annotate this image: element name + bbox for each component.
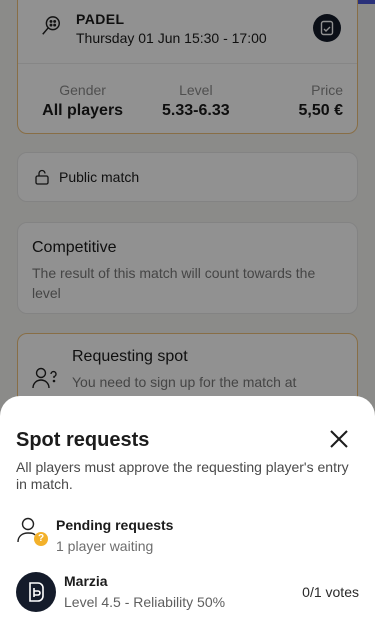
player-request-row[interactable]: Marzia Level 4.5 - Reliability 50% 0/1 v… — [16, 572, 359, 614]
player-level-reliability: Level 4.5 - Reliability 50% — [64, 594, 226, 610]
pending-title: Pending requests — [56, 517, 174, 533]
pending-requests-section: ? Pending requests 1 player waiting — [16, 516, 359, 560]
avatar — [16, 572, 56, 612]
close-icon[interactable] — [327, 427, 351, 451]
sheet-title: Spot requests — [16, 429, 150, 451]
player-logo-icon — [29, 582, 44, 602]
player-name: Marzia — [64, 573, 108, 589]
pending-badge: ? — [34, 532, 48, 546]
spot-requests-sheet: Spot requests All players must approve t… — [0, 396, 375, 642]
player-votes: 0/1 votes — [302, 584, 359, 600]
sheet-description: All players must approve the requesting … — [16, 459, 349, 492]
pending-subtitle: 1 player waiting — [56, 538, 154, 554]
